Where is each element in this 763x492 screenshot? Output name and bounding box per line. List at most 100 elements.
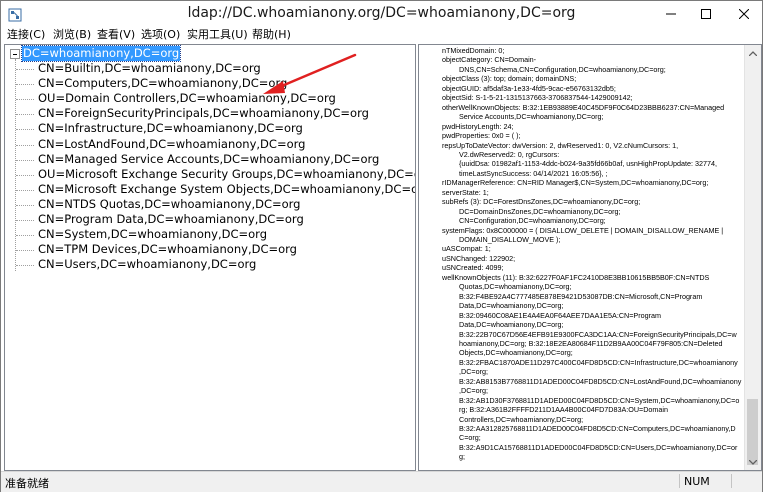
- attribute-line: Quotas,DC=whoamianony,DC=org;: [459, 282, 572, 292]
- attribute-line: rIDManagerReference: CN=RID Manager$,CN=…: [442, 178, 709, 188]
- attribute-line: C=org;: [459, 433, 481, 443]
- attribute-line: serverState: 1;: [442, 187, 489, 197]
- minimize-icon: [666, 13, 676, 15]
- tree-node[interactable]: CN=NTDS Quotas,DC=whoamianony,DC=org: [38, 197, 300, 212]
- collapse-icon[interactable]: [10, 49, 20, 59]
- attribute-line: wellKnownObjects (11): B:32:6227F0AF1FC2…: [442, 272, 710, 282]
- attribute-line: {uuidDsa: 01982af1-1153-4ddc-b024-9a35fd…: [459, 159, 718, 169]
- attribute-line: objectCategory: CN=Domain-: [442, 55, 537, 65]
- attribute-line: objectGUID: af5daf3a-1e33-4fd5-9cac-e567…: [442, 83, 616, 93]
- attribute-line: DOMAIN_DISALLOW_MOVE );: [459, 235, 561, 244]
- tree-node[interactable]: OU=Microsoft Exchange Security Groups,DC…: [38, 167, 415, 182]
- attribute-line: B:32:F4BE92A4C777485E878E9421D53087DB:CN…: [459, 291, 703, 301]
- attribute-line: repsUpToDateVector: dwVersion: 2, dwRese…: [442, 140, 679, 150]
- attribute-line: otherWellKnownObjects: B:32:1EB93889E40C…: [442, 102, 725, 112]
- tree-connector: [16, 99, 34, 101]
- attribute-line: uASCompat: 1;: [442, 244, 491, 254]
- maximize-button[interactable]: [689, 1, 723, 27]
- details-pane[interactable]: nTMixedDomain: 0; objectCategory: CN=Doma…: [418, 44, 762, 471]
- menu-help[interactable]: 帮助(H): [252, 28, 291, 42]
- ldp-window: ldap://DC.whoamianony.org/DC=whoamianony…: [0, 0, 763, 492]
- tree-connector: [16, 159, 34, 161]
- attribute-line: DC=DomainDnsZones,DC=whoamianony,DC=org;: [459, 206, 621, 216]
- tree-root-node[interactable]: DC=whoamianony,DC=org: [20, 45, 182, 62]
- attribute-line: B:32:A9D1CA15768811D1ADED00C04FD8D5CD:CN…: [459, 442, 738, 452]
- title-bar[interactable]: ldap://DC.whoamianony.org/DC=whoamianony…: [1, 1, 762, 29]
- tree-connector: [16, 235, 34, 237]
- attribute-line: pwdProperties: 0x0 = ( );: [442, 131, 521, 141]
- attribute-line: ,DC=org;: [459, 386, 488, 396]
- menu-utilities[interactable]: 实用工具(U): [187, 28, 248, 42]
- menu-bar: 连接(C) 浏览(B) 查看(V) 选项(O) 实用工具(U) 帮助(H): [1, 28, 762, 43]
- tree-connector: [15, 59, 16, 271]
- menu-options[interactable]: 选项(O): [141, 28, 180, 42]
- attribute-line: B:32:AB1D30F3768811D1ADED00C04FD8D5CD:CN…: [459, 395, 740, 405]
- attribute-line: nTMixedDomain: 0;: [442, 46, 505, 55]
- tree-node[interactable]: CN=Builtin,DC=whoamianony,DC=org: [38, 61, 261, 76]
- attribute-line: CN=Configuration,DC=whoamianony,DC=org;: [459, 216, 606, 226]
- tree-node[interactable]: CN=Computers,DC=whoamianony,DC=org: [38, 76, 287, 91]
- tree-connector: [16, 174, 34, 176]
- attribute-line: rg; B:32:A361B2FFFFD211D1AA4B00C04FD7D83…: [459, 405, 669, 415]
- num-lock-indicator: NUM: [684, 475, 710, 488]
- tree-node[interactable]: CN=Managed Service Accounts,DC=whoamiano…: [38, 152, 379, 167]
- scroll-up-button[interactable]: [745, 45, 761, 61]
- attribute-line: subRefs (3): DC=ForestDnsZones,DC=whoami…: [442, 197, 641, 207]
- attribute-line: V2.dwReserved2: 0, rgCursors:: [459, 149, 560, 159]
- attribute-line: B:32:09460C08AE1E4A4EA0F64AEE7DAA1E5A:CN…: [459, 310, 661, 320]
- close-button[interactable]: [725, 1, 762, 27]
- tree-connector: [16, 265, 34, 267]
- tree-node[interactable]: CN=Microsoft Exchange System Objects,DC=…: [38, 182, 415, 197]
- attribute-line: timeLastSyncSuccess: 04/14/2021 16:05:56…: [459, 168, 608, 178]
- tree-view[interactable]: DC=whoamianony,DC=org CN=Builtin,DC=whoa…: [4, 44, 416, 471]
- menu-view[interactable]: 查看(V): [97, 28, 135, 42]
- tree-connector: [16, 189, 34, 191]
- maximize-icon: [701, 9, 711, 19]
- minimize-button[interactable]: [654, 1, 688, 27]
- details-scrollbar[interactable]: [744, 45, 761, 470]
- tree-node[interactable]: CN=TPM Devices,DC=whoamianony,DC=org: [38, 242, 297, 257]
- menu-connection[interactable]: 连接(C): [7, 28, 45, 42]
- tree-node[interactable]: CN=System,DC=whoamianony,DC=org: [38, 227, 267, 242]
- attribute-line: objectSid: S-1-5-21-1315137663-370683754…: [442, 93, 633, 103]
- tree-connector: [16, 114, 34, 116]
- close-icon: [738, 9, 749, 19]
- attribute-line: ,DC=org;: [459, 367, 488, 377]
- menu-browse[interactable]: 浏览(B): [53, 28, 91, 42]
- attribute-line: Data,DC=whoamianony,DC=org;: [459, 301, 564, 311]
- attribute-line: Controllers,DC=whoamianony,DC=org;: [459, 414, 584, 424]
- attribute-line: Data,DC=whoamianony,DC=org;: [459, 320, 564, 330]
- tree-connector: [16, 204, 34, 206]
- attribute-line: hoamianony,DC=org; B:32:18E2EA80684F11D2…: [459, 338, 723, 348]
- attribute-line: g;: [459, 452, 465, 462]
- attribute-line: Objects,DC=whoamianony,DC=org;: [459, 348, 573, 358]
- chevron-up-icon: [749, 50, 757, 56]
- tree-node[interactable]: CN=ForeignSecurityPrincipals,DC=whoamian…: [38, 106, 369, 121]
- attribute-line: Service Accounts,DC=whoamianony,DC=org;: [459, 112, 604, 122]
- scroll-down-button[interactable]: [745, 454, 761, 470]
- window-title: ldap://DC.whoamianony.org/DC=whoamianony…: [187, 5, 576, 21]
- tree-connector: [16, 84, 34, 86]
- attribute-line: uSNChanged: 122902;: [442, 253, 516, 263]
- attribute-line: uSNCreated: 4099;: [442, 263, 504, 273]
- attribute-line: objectClass (3): top; domain; domainDNS;: [442, 74, 577, 84]
- status-text: 准备就绪: [5, 477, 49, 490]
- tree-connector: [16, 129, 34, 131]
- tree-connector: [16, 144, 34, 146]
- tree-node[interactable]: CN=Program Data,DC=whoamianony,DC=org: [38, 212, 304, 227]
- red-annotation-arrow: [263, 53, 357, 94]
- attribute-line: B:32:2FBAC1870ADE11D297C400C04FD8D5CD:CN…: [459, 357, 738, 367]
- status-divider: [731, 474, 732, 488]
- tree-node[interactable]: CN=Users,DC=whoamianony,DC=org: [38, 257, 256, 272]
- attribute-line: DNS,CN=Schema,CN=Configuration,DC=whoami…: [459, 64, 666, 74]
- tree-node[interactable]: CN=LostAndFound,DC=whoamianony,DC=org: [38, 137, 305, 152]
- attribute-line: systemFlags: 0x8C000000 = ( DISALLOW_DEL…: [442, 225, 724, 235]
- attribute-line: B:32:22B70C67D56E4EFB91E9300FCA3DC1AA:CN…: [459, 329, 737, 339]
- tree-node[interactable]: CN=Infrastructure,DC=whoamianony,DC=org: [38, 121, 303, 136]
- attribute-line: B:32:AA312825768811D1ADED00C04FD8D5CD:CN…: [459, 424, 736, 433]
- tree-connector: [16, 69, 34, 70]
- status-divider: [679, 474, 680, 488]
- attribute-line: B:32:AB8153B7768811D1ADED00C04FD8D5CD:CN…: [459, 376, 742, 386]
- status-bar: 准备就绪 NUM: [1, 471, 762, 492]
- chevron-down-icon: [749, 459, 757, 465]
